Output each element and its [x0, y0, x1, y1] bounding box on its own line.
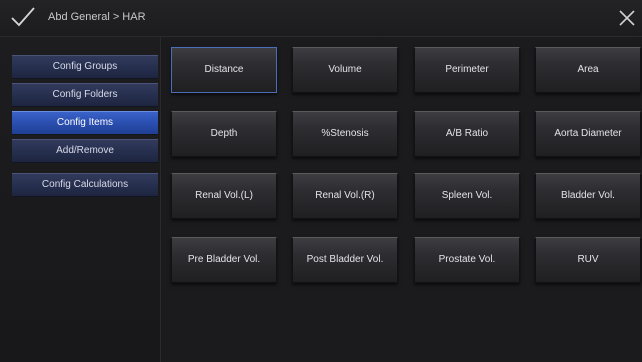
sidebar-item-config-items[interactable]: Config Items	[12, 111, 158, 135]
checkmark-icon[interactable]	[10, 6, 36, 28]
sidebar-item-config-groups[interactable]: Config Groups	[12, 55, 158, 79]
item-button-depth[interactable]: Depth	[171, 111, 277, 157]
item-button-post-bladder-vol[interactable]: Post Bladder Vol.	[292, 237, 398, 283]
item-button-spleen-vol[interactable]: Spleen Vol.	[414, 173, 520, 219]
item-button-distance[interactable]: Distance	[171, 47, 277, 93]
item-button-stenosis[interactable]: %Stenosis	[292, 111, 398, 157]
title-bar: Abd General > HAR	[0, 0, 642, 37]
item-button-bladder-vol[interactable]: Bladder Vol.	[535, 173, 641, 219]
item-button-aorta-diameter[interactable]: Aorta Diameter	[535, 111, 641, 157]
sidebar-item-add-remove[interactable]: Add/Remove	[12, 139, 158, 163]
sidebar-item-config-folders[interactable]: Config Folders	[12, 83, 158, 107]
item-button-renal-vol-left[interactable]: Renal Vol.(L)	[171, 173, 277, 219]
config-items-grid: Distance Volume Perimeter Area Depth %St…	[161, 37, 642, 362]
item-button-volume[interactable]: Volume	[292, 47, 398, 93]
item-button-area[interactable]: Area	[535, 47, 641, 93]
item-button-renal-vol-right[interactable]: Renal Vol.(R)	[292, 173, 398, 219]
screen: Abd General > HAR Config Groups Config F…	[0, 0, 642, 362]
close-icon[interactable]	[617, 8, 637, 28]
item-button-ab-ratio[interactable]: A/B Ratio	[414, 111, 520, 157]
item-button-ruv[interactable]: RUV	[535, 237, 641, 283]
item-button-perimeter[interactable]: Perimeter	[414, 47, 520, 93]
page-title: Abd General > HAR	[48, 11, 146, 23]
sidebar: Config Groups Config Folders Config Item…	[0, 37, 161, 362]
sidebar-item-config-calculations[interactable]: Config Calculations	[12, 173, 158, 197]
item-button-prostate-vol[interactable]: Prostate Vol.	[414, 237, 520, 283]
item-button-pre-bladder-vol[interactable]: Pre Bladder Vol.	[171, 237, 277, 283]
